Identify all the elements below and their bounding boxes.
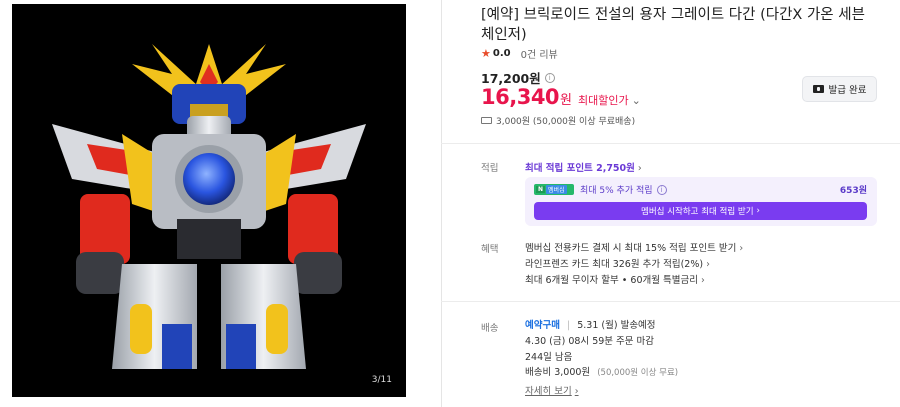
benefit-item[interactable]: 라인프렌즈 카드 최대 326원 추가 적립(2%) › <box>525 256 710 270</box>
ship-date: 5.31 (월) 발송예정 <box>577 320 656 331</box>
membership-text: 최대 5% 추가 적립 i <box>580 183 667 196</box>
order-deadline: 4.30 (금) 08시 59분 주문 마감 <box>525 336 655 347</box>
chevron-right-icon: › <box>756 206 760 216</box>
star-icon: ★ <box>481 47 491 60</box>
coupon-issued-button[interactable]: 발급 완료 <box>802 76 877 102</box>
product-title: [예약] 브릭로이드 전설의 용자 그레이트 다간 (다간X 가온 세븐 체인저… <box>481 7 865 43</box>
chevron-right-icon: › <box>637 163 642 174</box>
max-discount-dropdown[interactable]: 최대할인가 ⌄ <box>578 92 641 108</box>
sale-price-unit: 원 <box>560 93 573 108</box>
preorder-tag: 예약구매 <box>525 320 560 331</box>
rating-score: 0.0 <box>492 48 511 59</box>
preorder-row: 예약구매 | 5.31 (월) 발송예정 <box>525 320 656 331</box>
benefit-item[interactable]: 최대 6개월 무이자 할부 • 60개월 특별금리 › <box>525 272 705 286</box>
shipping-summary: 3,000원 (50,000원 이상 무료배송) <box>481 114 635 127</box>
sale-price: 16,340 <box>481 85 560 109</box>
rating-row[interactable]: ★ 0.0 0건 리뷰 <box>481 46 558 61</box>
section-divider <box>441 301 900 302</box>
chevron-right-icon: › <box>706 259 710 270</box>
membership-point: 653원 <box>839 186 867 196</box>
review-count[interactable]: 0건 리뷰 <box>521 46 558 61</box>
info-icon[interactable]: i <box>656 184 667 195</box>
chevron-right-icon: › <box>574 386 579 397</box>
days-left: 244일 남음 <box>525 352 573 363</box>
delivery-label: 배송 <box>481 323 499 334</box>
truck-icon <box>481 117 492 124</box>
max-points-link[interactable]: 최대 적립 포인트 2,750원 › <box>525 160 642 174</box>
section-divider <box>441 143 900 144</box>
sale-price-row: 16,340 원 최대할인가 ⌄ <box>481 85 641 109</box>
benefit-item[interactable]: 멤버십 전용카드 결제 시 최대 15% 적립 포인트 받기 › <box>525 240 743 254</box>
product-image[interactable]: 3/11 <box>12 4 406 397</box>
info-icon[interactable]: i <box>544 72 555 83</box>
chevron-right-icon: › <box>700 275 705 286</box>
details-link[interactable]: 자세히 보기 › <box>525 383 579 397</box>
membership-box: N 멤버십 최대 5% 추가 적립 i 653원 멤버십 시작하고 최대 적립 … <box>525 177 877 226</box>
robot-figure-image <box>52 44 366 369</box>
delivery-fee-row: 배송비 3,000원 (50,000원 이상 무료) <box>525 367 679 378</box>
image-counter: 3/11 <box>371 375 392 385</box>
benefits-label: 혜택 <box>481 244 499 255</box>
coupon-icon <box>812 85 824 93</box>
points-label: 적립 <box>481 163 499 174</box>
column-divider <box>441 0 442 407</box>
membership-start-button[interactable]: 멤버십 시작하고 최대 적립 받기 › <box>534 202 867 220</box>
chevron-right-icon: › <box>739 243 744 254</box>
membership-badge: N 멤버십 <box>534 184 574 195</box>
chevron-down-icon: ⌄ <box>631 94 641 107</box>
